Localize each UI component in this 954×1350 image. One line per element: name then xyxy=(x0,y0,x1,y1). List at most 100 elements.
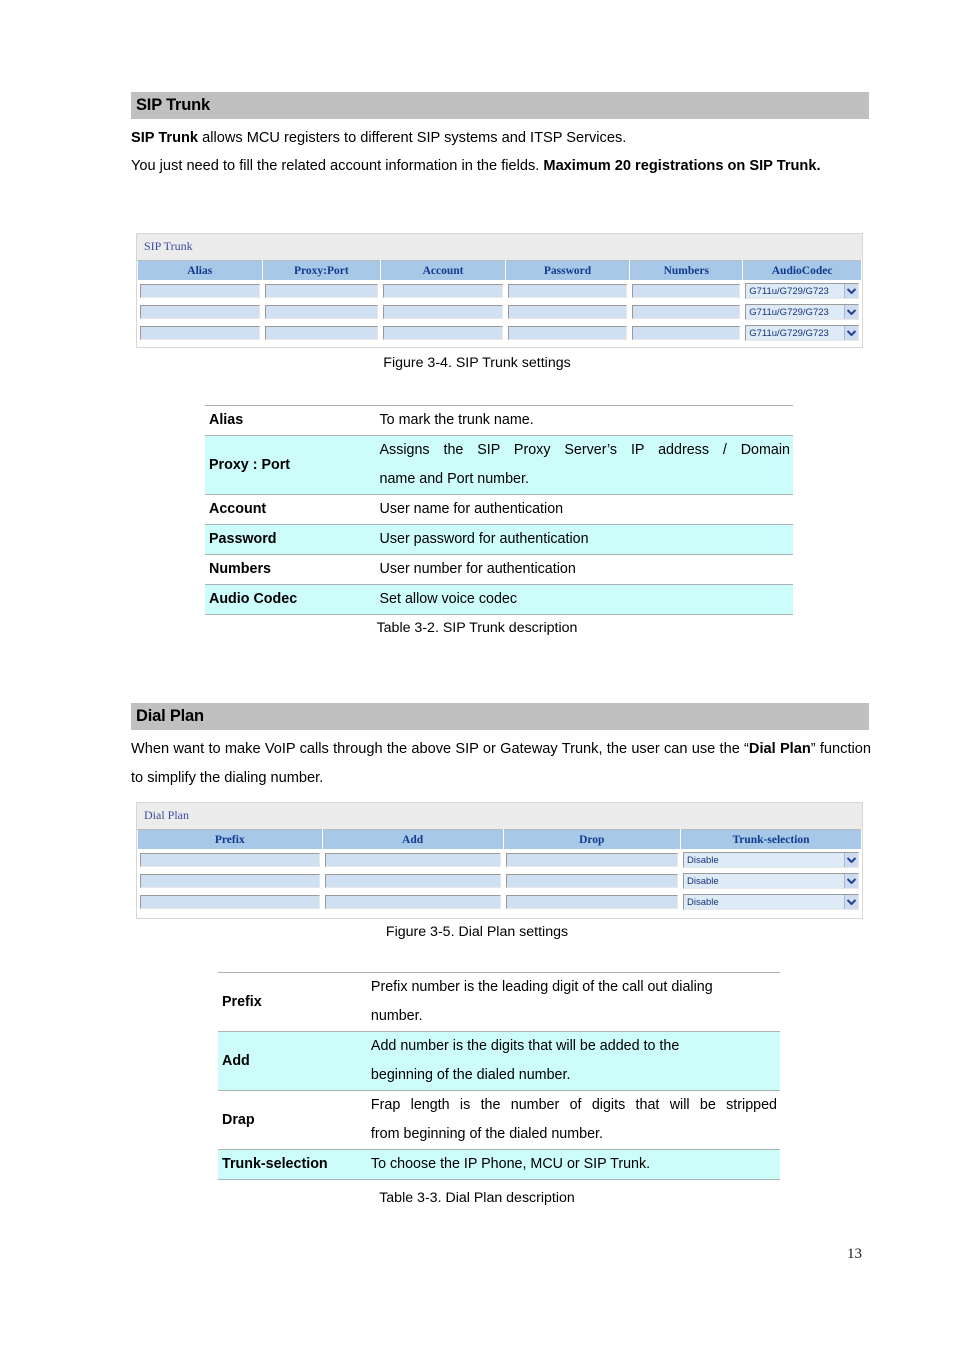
cell-audiocodec: G711u/G729/G723 xyxy=(742,301,862,323)
cell-add xyxy=(321,849,504,871)
sip-trunk-header-row: Alias Proxy:Port Account Password Number… xyxy=(137,260,862,281)
cell-account xyxy=(380,322,506,344)
table-row: Disable xyxy=(137,849,863,871)
drop-input[interactable] xyxy=(505,895,678,909)
password-input[interactable] xyxy=(507,284,628,298)
prefix-input[interactable] xyxy=(140,874,320,888)
definition-audio-codec: Set allow voice codec xyxy=(375,584,793,615)
figure-dial-plan-settings: Dial Plan Prefix Add Drop Trunk-selectio… xyxy=(136,802,863,919)
table-row: G711u/G729/G723 xyxy=(137,322,862,344)
cell-trunk-selection: Disable xyxy=(679,870,863,892)
column-header-prefix: Prefix xyxy=(137,829,323,850)
definition-line: Assigns the SIP Proxy Server’s IP addres… xyxy=(379,442,790,458)
trunk-selection-value: Disable xyxy=(686,875,719,887)
chevron-down-icon[interactable] xyxy=(844,853,858,867)
sip-trunk-paragraph-1-bold: SIP Trunk xyxy=(131,130,199,146)
sip-trunk-settings-table: Alias Proxy:Port Account Password Number… xyxy=(137,260,862,344)
account-input[interactable] xyxy=(383,305,503,319)
cell-prefix xyxy=(137,870,323,892)
audiocodec-select[interactable]: G711u/G729/G723 xyxy=(745,304,859,320)
drop-input[interactable] xyxy=(505,853,678,867)
cell-audiocodec: G711u/G729/G723 xyxy=(742,322,862,344)
term-proxy-port: Proxy : Port xyxy=(205,435,376,495)
proxy-port-input[interactable] xyxy=(264,305,379,319)
table-row: Prefix Prefix number is the leading digi… xyxy=(218,972,780,1032)
definition-drap: Frap length is the number of digits that… xyxy=(366,1090,780,1150)
definition-line: from beginning of the dialed number. xyxy=(370,1126,604,1142)
chevron-down-icon[interactable] xyxy=(844,284,858,298)
table-row: Password User password for authenticatio… xyxy=(205,524,793,555)
table-row: Proxy : Port Assigns the SIP Proxy Serve… xyxy=(205,435,793,495)
table-row: Disable xyxy=(137,870,863,892)
term-alias: Alias xyxy=(205,405,376,436)
trunk-selection-select[interactable]: Disable xyxy=(682,852,859,868)
numbers-input[interactable] xyxy=(632,284,741,298)
definition-account: User name for authentication xyxy=(375,494,793,525)
trunk-selection-value: Disable xyxy=(686,896,719,908)
definition-trunk-selection: To choose the IP Phone, MCU or SIP Trunk… xyxy=(366,1149,780,1180)
dial-plan-paragraph-1-b: Dial Plan xyxy=(748,741,811,757)
alias-input[interactable] xyxy=(140,284,260,298)
definition-numbers: User number for authentication xyxy=(375,554,793,585)
add-input[interactable] xyxy=(324,895,501,909)
definition-line: Add number is the digits that will be ad… xyxy=(370,1038,680,1054)
account-input[interactable] xyxy=(383,326,503,340)
table-row: Disable xyxy=(137,891,863,913)
add-input[interactable] xyxy=(324,853,501,867)
add-input[interactable] xyxy=(324,874,501,888)
sip-trunk-paragraph-1: SIP Trunk allows MCU registers to differ… xyxy=(131,124,871,153)
sip-trunk-paragraph-1-rest: allows MCU registers to different SIP sy… xyxy=(198,130,627,146)
prefix-input[interactable] xyxy=(140,853,320,867)
chevron-down-icon[interactable] xyxy=(844,874,858,888)
table-caption-3-3: Table 3-3. Dial Plan description xyxy=(379,1190,575,1206)
alias-input[interactable] xyxy=(140,305,260,319)
definition-line: Set allow voice codec xyxy=(379,591,517,607)
trunk-selection-select[interactable]: Disable xyxy=(682,894,859,910)
proxy-port-input[interactable] xyxy=(264,326,379,340)
trunk-selection-select[interactable]: Disable xyxy=(682,873,859,889)
audiocodec-select[interactable]: G711u/G729/G723 xyxy=(745,325,859,341)
term-account: Account xyxy=(205,494,376,525)
section-heading-sip-trunk: SIP Trunk xyxy=(131,92,869,119)
term-numbers: Numbers xyxy=(205,554,376,585)
dial-plan-panel-title: Dial Plan xyxy=(137,803,862,829)
table-row: Account User name for authentication xyxy=(205,494,793,525)
password-input[interactable] xyxy=(507,326,628,340)
cell-add xyxy=(321,870,504,892)
audiocodec-select[interactable]: G711u/G729/G723 xyxy=(745,283,859,299)
definition-line: number. xyxy=(370,1008,423,1024)
definition-line: Prefix number is the leading digit of th… xyxy=(370,979,713,995)
alias-input[interactable] xyxy=(140,326,260,340)
cell-numbers xyxy=(629,280,744,302)
cell-account xyxy=(380,280,506,302)
chevron-down-icon[interactable] xyxy=(844,326,858,340)
term-prefix: Prefix xyxy=(218,972,367,1032)
prefix-input[interactable] xyxy=(140,895,320,909)
chevron-down-icon[interactable] xyxy=(844,305,858,319)
term-password: Password xyxy=(205,524,376,555)
table-row: Numbers User number for authentication xyxy=(205,554,793,585)
cell-drop xyxy=(502,849,681,871)
numbers-input[interactable] xyxy=(632,326,741,340)
cell-alias xyxy=(137,322,263,344)
cell-drop xyxy=(502,891,681,913)
column-header-alias: Alias xyxy=(137,260,263,281)
column-header-password: Password xyxy=(504,260,631,281)
drop-input[interactable] xyxy=(505,874,678,888)
definition-line: To mark the trunk name. xyxy=(379,412,534,428)
password-input[interactable] xyxy=(507,305,628,319)
dial-plan-header-row: Prefix Add Drop Trunk-selection xyxy=(137,829,863,850)
cell-drop xyxy=(502,870,681,892)
cell-add xyxy=(321,891,504,913)
column-header-numbers: Numbers xyxy=(629,260,744,281)
numbers-input[interactable] xyxy=(632,305,741,319)
sip-trunk-description-table: Alias To mark the trunk name. Proxy : Po… xyxy=(205,405,793,615)
audiocodec-select-value: G711u/G729/G723 xyxy=(749,306,829,318)
chevron-down-icon[interactable] xyxy=(844,895,858,909)
cell-proxy-port xyxy=(261,301,382,323)
section-title-text: SIP Trunk xyxy=(136,96,211,114)
account-input[interactable] xyxy=(383,284,503,298)
table-row: Audio Codec Set allow voice codec xyxy=(205,584,793,615)
proxy-port-input[interactable] xyxy=(264,284,379,298)
cell-numbers xyxy=(629,301,744,323)
